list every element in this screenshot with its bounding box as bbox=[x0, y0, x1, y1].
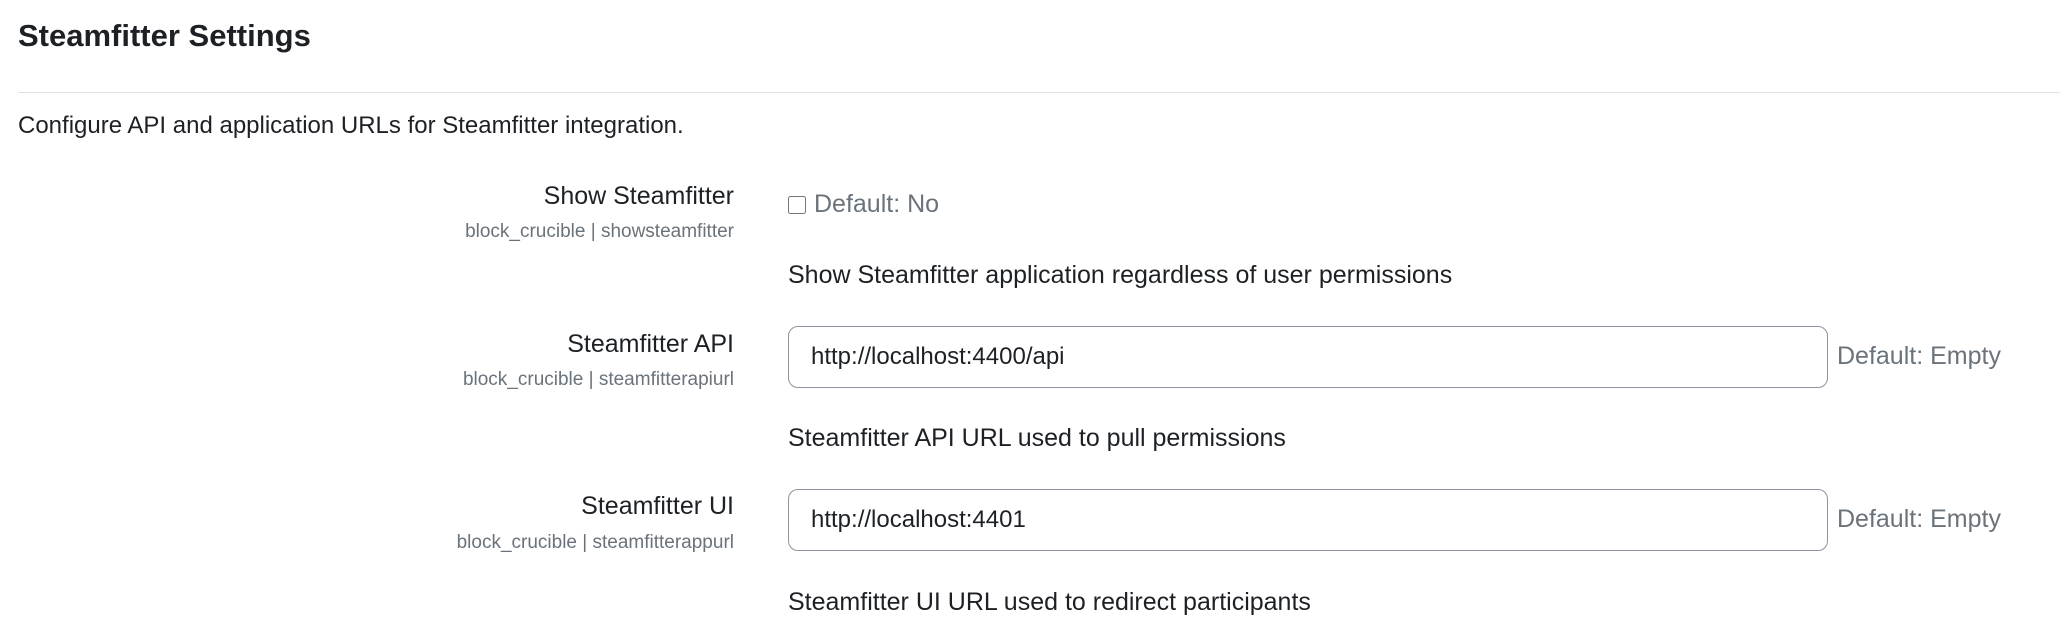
setting-description-steamfitter-ui: Steamfitter UI URL used to redirect part… bbox=[788, 588, 1311, 616]
show-steamfitter-checkbox-row: Default: No bbox=[788, 190, 939, 219]
steamfitter-ui-default: Default: Empty bbox=[1837, 505, 2001, 533]
steamfitter-api-url-input[interactable] bbox=[788, 326, 1828, 388]
steamfitter-ui-url-input[interactable] bbox=[788, 489, 1828, 551]
steamfitter-api-default: Default: Empty bbox=[1837, 342, 2001, 370]
setting-description-show-steamfitter: Show Steamfitter application regardless … bbox=[788, 261, 1453, 289]
setting-identifier-show-steamfitter: block_crucible | showsteamfitter bbox=[465, 221, 734, 242]
setting-label-show-steamfitter: Show Steamfitter bbox=[543, 182, 734, 210]
setting-identifier-steamfitter-api: block_crucible | steamfitterapiurl bbox=[462, 369, 734, 390]
settings-page: Steamfitter Settings Configure API and a… bbox=[0, 0, 2060, 640]
setting-identifier-steamfitter-ui: block_crucible | steamfitterappurl bbox=[456, 532, 734, 553]
show-steamfitter-checkbox[interactable] bbox=[788, 195, 806, 214]
section-description: Configure API and application URLs for S… bbox=[18, 112, 684, 139]
setting-label-steamfitter-ui: Steamfitter UI bbox=[581, 492, 734, 520]
section-divider bbox=[18, 92, 2060, 93]
show-steamfitter-default[interactable]: Default: No bbox=[814, 190, 939, 219]
section-title: Steamfitter Settings bbox=[18, 18, 311, 53]
setting-description-steamfitter-api: Steamfitter API URL used to pull permiss… bbox=[788, 424, 1286, 452]
setting-label-steamfitter-api: Steamfitter API bbox=[567, 330, 734, 358]
